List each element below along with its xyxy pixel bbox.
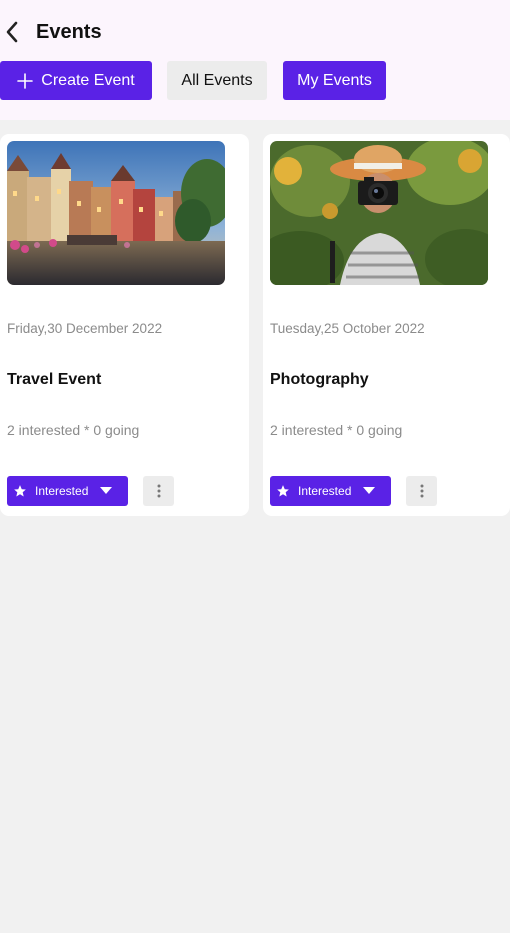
event-image (270, 141, 488, 285)
event-date: Tuesday,25 October 2022 (270, 321, 425, 336)
more-options-button[interactable] (143, 476, 174, 506)
event-card[interactable]: Friday,30 December 2022 Travel Event 2 i… (0, 134, 249, 516)
event-date: Friday,30 December 2022 (7, 321, 163, 336)
kebab-menu-icon (157, 484, 160, 498)
my-events-button[interactable]: My Events (283, 61, 386, 100)
all-events-label: All Events (181, 71, 253, 89)
star-icon (13, 484, 27, 498)
event-image (7, 141, 225, 285)
star-icon (276, 484, 290, 498)
plus-icon (17, 72, 34, 89)
interested-button[interactable]: Interested (7, 476, 128, 506)
more-options-button[interactable] (406, 476, 437, 506)
event-title[interactable]: Photography (270, 371, 369, 389)
interested-label: Interested (298, 484, 352, 498)
page-title: Events (36, 21, 102, 43)
back-button[interactable] (0, 18, 24, 46)
event-stats: 2 interested * 0 going (270, 422, 403, 438)
caret-down-icon (100, 487, 113, 495)
my-events-label: My Events (297, 71, 372, 89)
caret-down-icon (363, 487, 376, 495)
event-stats: 2 interested * 0 going (7, 422, 140, 438)
interested-button[interactable]: Interested (270, 476, 391, 506)
event-title[interactable]: Travel Event (7, 371, 101, 389)
photographer-photo (270, 141, 488, 285)
chevron-left-icon (6, 21, 18, 43)
event-card[interactable]: Tuesday,25 October 2022 Photography 2 in… (263, 134, 510, 516)
kebab-menu-icon (420, 484, 423, 498)
create-event-button[interactable]: Create Event (0, 61, 152, 100)
town-canal-photo (7, 141, 225, 285)
interested-label: Interested (35, 484, 89, 498)
create-event-label: Create Event (41, 71, 135, 89)
page-header: Events Create Event All Events My Events (0, 0, 510, 120)
all-events-button[interactable]: All Events (167, 61, 267, 100)
